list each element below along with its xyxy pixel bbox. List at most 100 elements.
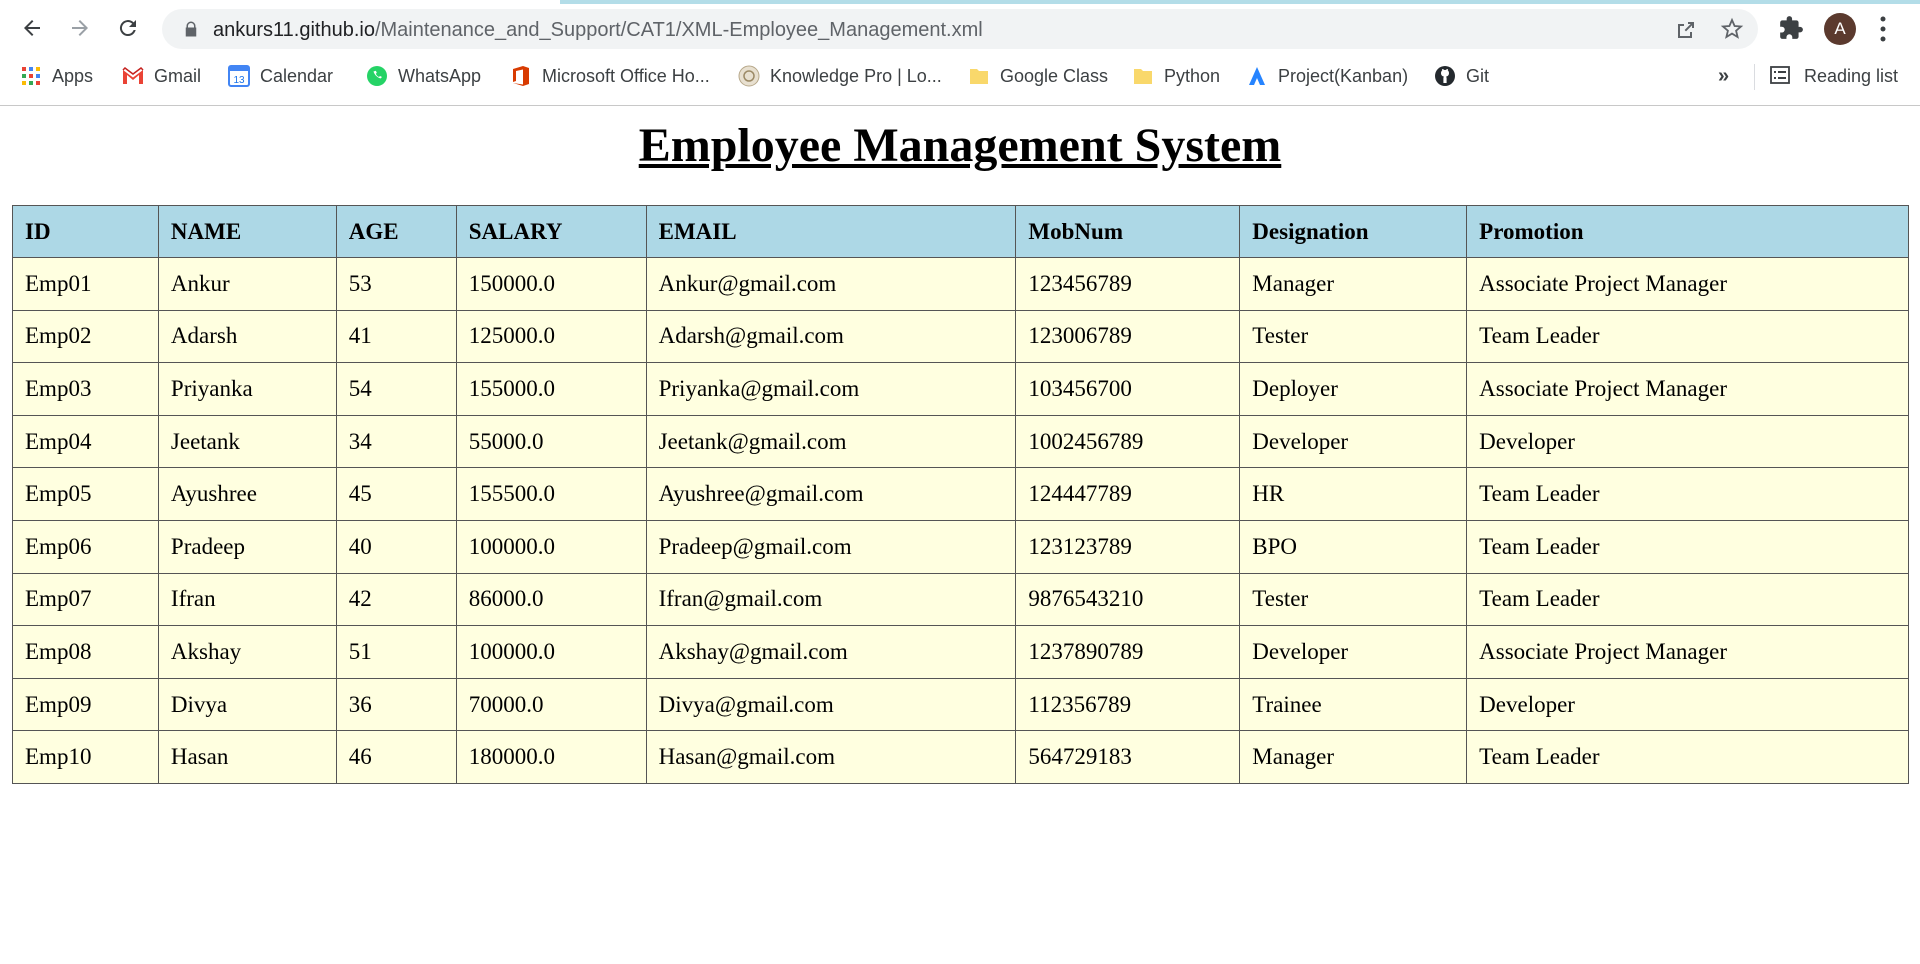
- cell-name: Divya: [157, 677, 337, 732]
- cell-salary: 70000.0: [455, 677, 647, 732]
- cell-email: Ifran@gmail.com: [645, 572, 1017, 627]
- table-row: Emp07 Ifran 42 86000.0 Ifran@gmail.com 987654…: [12, 572, 1909, 627]
- kanban-icon: [1246, 65, 1268, 87]
- column-designation-header: Designation: [1239, 205, 1468, 258]
- bookmark-label: Knowledge Pro | Lo...: [770, 65, 942, 86]
- github-icon: [1434, 65, 1456, 87]
- column-salary-header: SALARY: [455, 205, 647, 258]
- reload-icon: [119, 20, 136, 37]
- cell-salary: 100000.0: [455, 625, 647, 679]
- cell-id: Emp08: [12, 625, 159, 679]
- url-host: ankurs11.github.io: [213, 19, 375, 41]
- browser-chrome: ankurs11.github.io/Maintenance_and_Suppo…: [0, 0, 1920, 106]
- cell-mobnum: 1002456789: [1015, 414, 1241, 469]
- url-text[interactable]: ankurs11.github.io/Maintenance_and_Suppo…: [213, 19, 983, 42]
- cell-email: Pradeep@gmail.com: [645, 519, 1017, 574]
- cell-salary: 100000.0: [455, 519, 647, 574]
- bookmarks-divider: [1754, 64, 1755, 90]
- cell-salary: 155500.0: [455, 467, 647, 521]
- bookmark-label: WhatsApp: [398, 65, 482, 86]
- calendar-icon: 13: [228, 65, 250, 87]
- arrow-right-icon: [72, 20, 88, 36]
- cell-id: Emp02: [12, 309, 159, 364]
- table-row: Emp05 Ayushree 45 155500.0 Ayushree@gmail.co…: [12, 467, 1909, 521]
- reload-button[interactable]: [110, 10, 146, 46]
- cell-salary: 180000.0: [455, 730, 647, 784]
- cell-promotion: Associate Project Manager: [1466, 257, 1909, 311]
- cell-email: Ayushree@gmail.com: [645, 467, 1017, 521]
- column-mobnum-header: MobNum: [1015, 205, 1241, 258]
- bookmark-label: Apps: [52, 65, 94, 86]
- cell-id: Emp01: [12, 257, 159, 311]
- cell-mobnum: 123006789: [1015, 309, 1241, 364]
- reading-list-label: Reading list: [1804, 65, 1899, 86]
- bookmark-knowledge-pro[interactable]: Knowledge Pro | Lo...: [738, 62, 942, 90]
- reading-list-button[interactable]: Reading list: [1770, 62, 1898, 90]
- column-id-header: ID: [12, 205, 159, 258]
- cell-email: Adarsh@gmail.com: [645, 309, 1017, 364]
- cell-promotion: Associate Project Manager: [1466, 362, 1909, 416]
- bookmark-whatsapp[interactable]: WhatsApp: [366, 62, 481, 90]
- cell-name: Priyanka: [157, 362, 337, 416]
- bookmark-google-class[interactable]: Google Class: [968, 62, 1108, 90]
- cell-name: Ayushree: [157, 467, 337, 521]
- knowledge-pro-icon: [738, 65, 760, 87]
- bookmark-label: Project(Kanban): [1278, 65, 1409, 86]
- share-icon[interactable]: [1674, 18, 1698, 42]
- table-row: Emp03 Priyanka 54 155000.0 Priyanka@gmail.co…: [12, 362, 1909, 416]
- cell-mobnum: 123456789: [1015, 257, 1241, 311]
- extensions-puzzle-icon[interactable]: [1778, 15, 1804, 41]
- bookmarks-overflow-button[interactable]: »: [1718, 65, 1729, 88]
- kebab-menu-icon[interactable]: [1878, 16, 1888, 42]
- bookmark-python[interactable]: Python: [1132, 62, 1220, 90]
- cell-designation: Manager: [1239, 730, 1468, 784]
- column-promotion-header: Promotion: [1466, 205, 1909, 258]
- cell-promotion: Team Leader: [1466, 519, 1909, 574]
- bookmark-git[interactable]: Git: [1434, 62, 1489, 90]
- bookmark-label: Git: [1466, 65, 1490, 86]
- table-row: Emp08 Akshay 51 100000.0 Akshay@gmail.com 123…: [12, 625, 1909, 679]
- cell-designation: BPO: [1239, 519, 1468, 574]
- cell-id: Emp05: [12, 467, 159, 521]
- cell-designation: Developer: [1239, 625, 1468, 679]
- cell-email: Jeetank@gmail.com: [645, 414, 1017, 469]
- table-row: Emp09 Divya 36 70000.0 Divya@gmail.com 112356…: [12, 677, 1909, 732]
- bookmark-gmail[interactable]: Gmail: [122, 62, 201, 90]
- bookmark-office[interactable]: Microsoft Office Ho...: [510, 62, 710, 90]
- cell-id: Emp07: [12, 572, 159, 627]
- bookmark-label: Python: [1164, 65, 1221, 86]
- cell-promotion: Team Leader: [1466, 309, 1909, 364]
- folder-icon: [968, 65, 990, 87]
- bookmark-apps[interactable]: Apps: [20, 62, 93, 90]
- bookmark-kanban[interactable]: Project(Kanban): [1246, 62, 1408, 90]
- cell-id: Emp10: [12, 730, 159, 784]
- cell-mobnum: 112356789: [1015, 677, 1241, 732]
- cell-designation: Manager: [1239, 257, 1468, 311]
- apps-grid-icon: [20, 65, 42, 87]
- bookmark-star-icon[interactable]: [1720, 17, 1744, 41]
- cell-age: 53: [335, 257, 457, 311]
- cell-promotion: Team Leader: [1466, 572, 1909, 627]
- column-email-header: EMAIL: [645, 205, 1017, 258]
- cell-salary: 150000.0: [455, 257, 647, 311]
- cell-age: 36: [335, 677, 457, 732]
- cell-age: 46: [335, 730, 457, 784]
- cell-age: 51: [335, 625, 457, 679]
- cell-designation: Deployer: [1239, 362, 1468, 416]
- bookmarks-bar: Apps Gmail 13 Calendar WhatsApp Microsof…: [0, 58, 1920, 94]
- lock-icon[interactable]: [182, 20, 200, 38]
- bookmark-label: Microsoft Office Ho...: [542, 65, 710, 86]
- forward-button[interactable]: [62, 10, 98, 46]
- address-bar[interactable]: ankurs11.github.io/Maintenance_and_Suppo…: [162, 9, 1758, 49]
- cell-email: Priyanka@gmail.com: [645, 362, 1017, 416]
- page-title: Employee Management System: [638, 119, 1282, 172]
- office-icon: [510, 65, 532, 87]
- cell-name: Adarsh: [157, 309, 337, 364]
- bookmark-calendar[interactable]: 13 Calendar: [228, 62, 333, 90]
- profile-avatar[interactable]: A: [1824, 13, 1856, 45]
- cell-salary: 125000.0: [455, 309, 647, 364]
- folder-icon: [1132, 65, 1154, 87]
- cell-name: Ifran: [157, 572, 337, 627]
- back-button[interactable]: [14, 10, 50, 46]
- cell-designation: Trainee: [1239, 677, 1468, 732]
